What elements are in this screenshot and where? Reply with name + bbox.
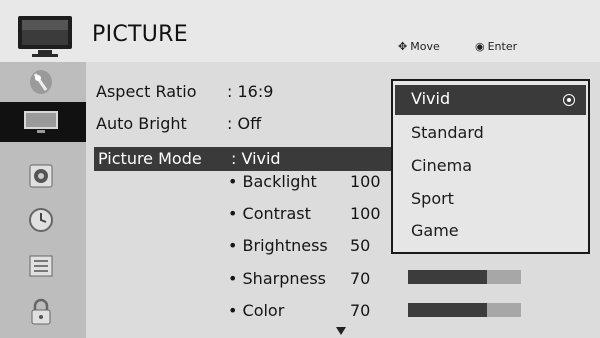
move-hint: ✥ Move [398,40,440,53]
picture-mode-value: : Vivid [231,149,281,168]
color-label[interactable]: • Color [228,301,284,320]
header-bar: PICTURE ✥ Move ◉ Enter [0,0,600,62]
color-slider[interactable] [408,303,521,317]
sidebar-item-audio[interactable] [16,162,66,190]
backlight-label[interactable]: • Backlight [228,172,317,191]
tv-icon [18,16,72,57]
color-slider-fill [408,303,488,317]
page-title: PICTURE [92,22,188,47]
sidebar-item-channel[interactable] [16,68,66,96]
sharpness-slider-fill [408,270,488,284]
picture-mode-dropdown: Vivid Standard Cinema Sport Game [391,79,590,254]
enter-button-icon: ◉ [475,40,485,53]
aspect-ratio-label[interactable]: Aspect Ratio [96,82,197,101]
picture-mode-label: Picture Mode [98,149,202,168]
brightness-value: 50 [350,236,371,255]
sidebar-item-picture[interactable] [0,102,86,142]
enter-hint-label: Enter [487,40,518,53]
sidebar [0,62,86,338]
dropdown-option-label: Vivid [411,89,451,108]
dropdown-option-game[interactable]: Game [411,221,459,240]
dropdown-option-cinema[interactable]: Cinema [411,156,472,175]
satellite-dish-icon [30,70,52,94]
auto-bright-label[interactable]: Auto Bright [96,114,187,133]
selected-radio-icon [563,94,575,106]
grid-option-icon [29,255,53,277]
dropdown-option-vivid[interactable]: Vivid [395,85,586,115]
brightness-label[interactable]: • Brightness [228,236,328,255]
dropdown-option-standard[interactable]: Standard [411,123,484,142]
sidebar-item-option[interactable] [16,252,66,280]
contrast-value: 100 [350,204,381,223]
speaker-icon [29,164,53,188]
sharpness-slider[interactable] [408,270,521,284]
picture-mode-row[interactable]: Picture Mode : Vivid [94,147,406,171]
move-arrows-icon: ✥ [398,40,408,53]
lock-icon [31,298,51,325]
clock-icon [29,208,53,232]
sidebar-item-lock[interactable] [16,298,66,326]
auto-bright-value: : Off [227,114,262,133]
aspect-ratio-value: : 16:9 [227,82,274,101]
dropdown-option-sport[interactable]: Sport [411,189,454,208]
tv-screen-icon [24,111,58,133]
move-hint-label: Move [410,40,440,53]
color-value: 70 [350,301,371,320]
backlight-value: 100 [350,172,381,191]
scroll-down-arrow-icon[interactable] [336,327,346,335]
contrast-label[interactable]: • Contrast [228,204,311,223]
sidebar-item-time[interactable] [16,206,66,234]
enter-hint: ◉ Enter [475,40,517,53]
sharpness-label[interactable]: • Sharpness [228,269,326,288]
sharpness-value: 70 [350,269,371,288]
